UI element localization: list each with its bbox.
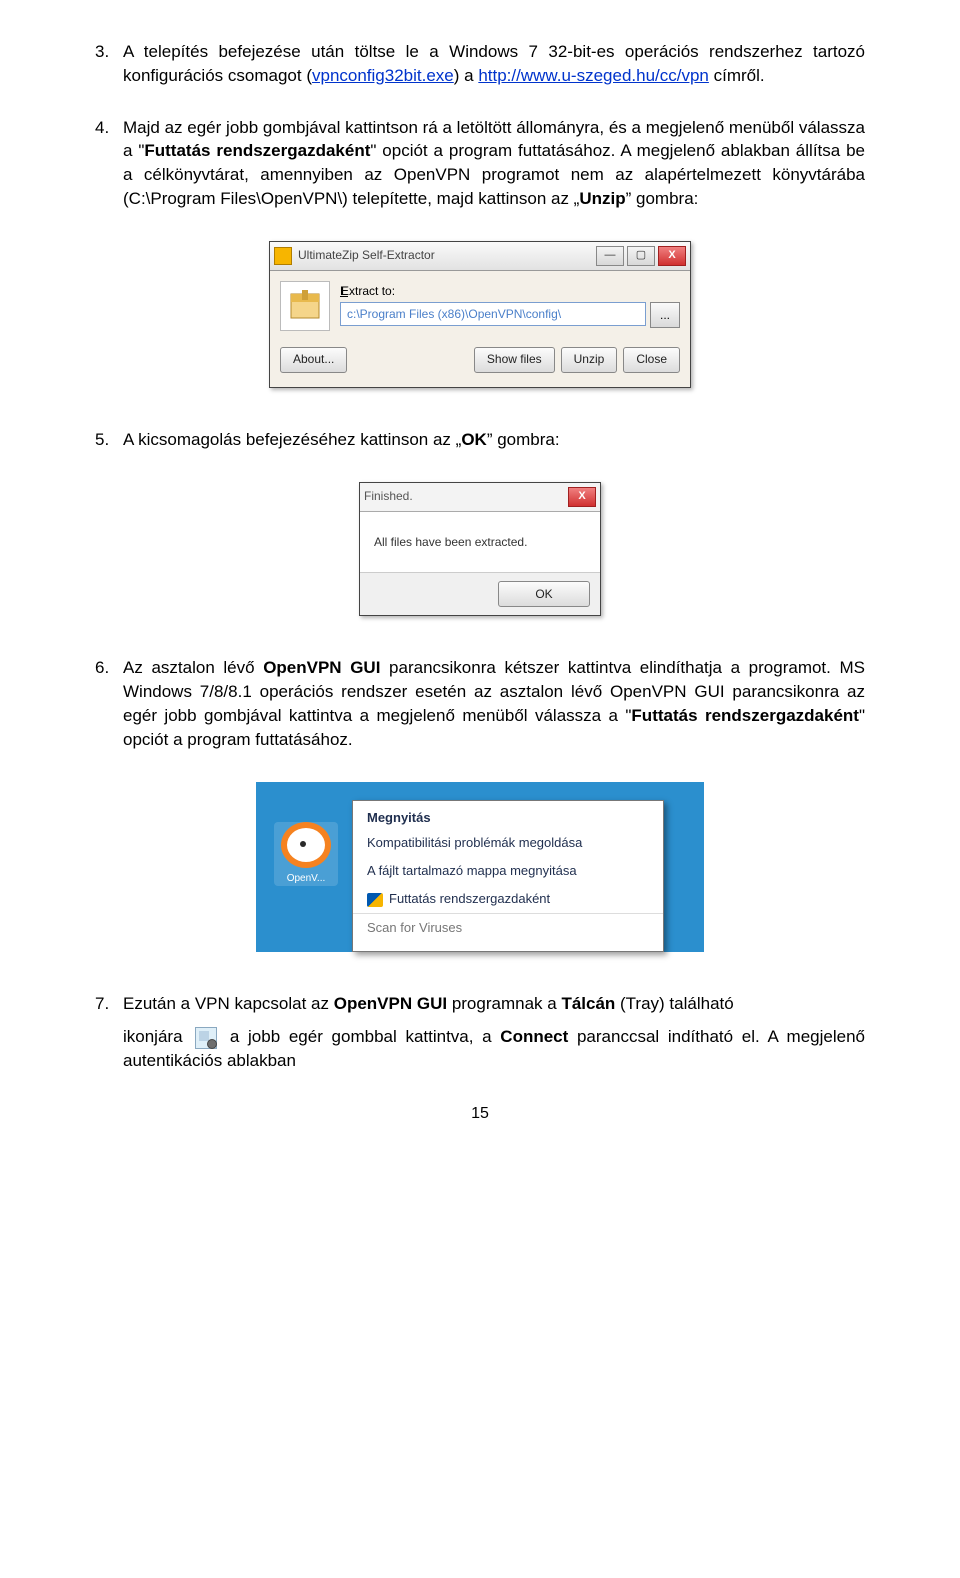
link-url[interactable]: http://www.u-szeged.hu/cc/vpn — [478, 66, 709, 85]
path-input[interactable]: c:\Program Files (x86)\OpenVPN\config\ — [340, 302, 646, 326]
archive-icon — [280, 281, 330, 331]
extractor-dialog: UltimateZip Self-Extractor — ▢ X EExtrac… — [269, 241, 691, 388]
dialog-message: All files have been extracted. — [360, 512, 600, 573]
shield-icon — [367, 893, 383, 907]
step-6-text: Az asztalon lévő OpenVPN GUI parancsikon… — [123, 656, 865, 751]
ok-button[interactable]: OK — [498, 581, 590, 607]
close-button[interactable]: Close — [623, 347, 680, 373]
openvpn-icon — [281, 822, 331, 868]
sfx-icon — [274, 247, 292, 265]
list-number: 7. — [95, 992, 123, 1073]
unzip-button[interactable]: Unzip — [561, 347, 618, 373]
showfiles-button[interactable]: Show files — [474, 347, 555, 373]
step-5-text: A kicsomagolás befejezéséhez kattinson a… — [123, 428, 865, 452]
close-button[interactable]: X — [658, 246, 686, 266]
menu-open-folder[interactable]: A fájlt tartalmazó mappa megnyitása — [353, 857, 663, 885]
menu-scan[interactable]: Scan for Viruses — [353, 913, 663, 942]
minimize-button[interactable]: — — [596, 246, 624, 266]
window-title: Finished. — [364, 488, 413, 505]
context-menu: Megnyitás Kompatibilitási problémák mego… — [352, 800, 664, 952]
list-number: 4. — [95, 116, 123, 211]
tray-icon — [195, 1027, 217, 1049]
browse-button[interactable]: ... — [650, 302, 680, 328]
maximize-button[interactable]: ▢ — [627, 246, 655, 266]
menu-compat[interactable]: Kompatibilitási problémák megoldása — [353, 829, 663, 857]
window-title: UltimateZip Self-Extractor — [298, 247, 593, 264]
menu-open[interactable]: Megnyitás — [353, 805, 663, 829]
about-button[interactable]: About... — [280, 347, 347, 373]
list-number: 6. — [95, 656, 123, 751]
desktop-contextmenu-screenshot: OpenV... Megnyitás Kompatibilitási probl… — [256, 782, 704, 952]
menu-run-admin[interactable]: Futtatás rendszergazdaként — [353, 885, 663, 913]
page-number: 15 — [95, 1103, 865, 1125]
openvpn-shortcut[interactable]: OpenV... — [274, 822, 338, 886]
list-number: 5. — [95, 428, 123, 452]
shortcut-label: OpenV... — [287, 872, 326, 886]
step-3-text: A telepítés befejezése után töltse le a … — [123, 40, 865, 88]
step-7-text: Ezután a VPN kapcsolat az OpenVPN GUI pr… — [123, 992, 865, 1073]
list-number: 3. — [95, 40, 123, 88]
close-button[interactable]: X — [568, 487, 596, 507]
step-4-text: Majd az egér jobb gombjával kattintson r… — [123, 116, 865, 211]
link-vpnconfig[interactable]: vpnconfig32bit.exe — [312, 66, 454, 85]
extract-label: EExtract to: — [340, 283, 680, 300]
finished-dialog: Finished. X All files have been extracte… — [359, 482, 601, 617]
